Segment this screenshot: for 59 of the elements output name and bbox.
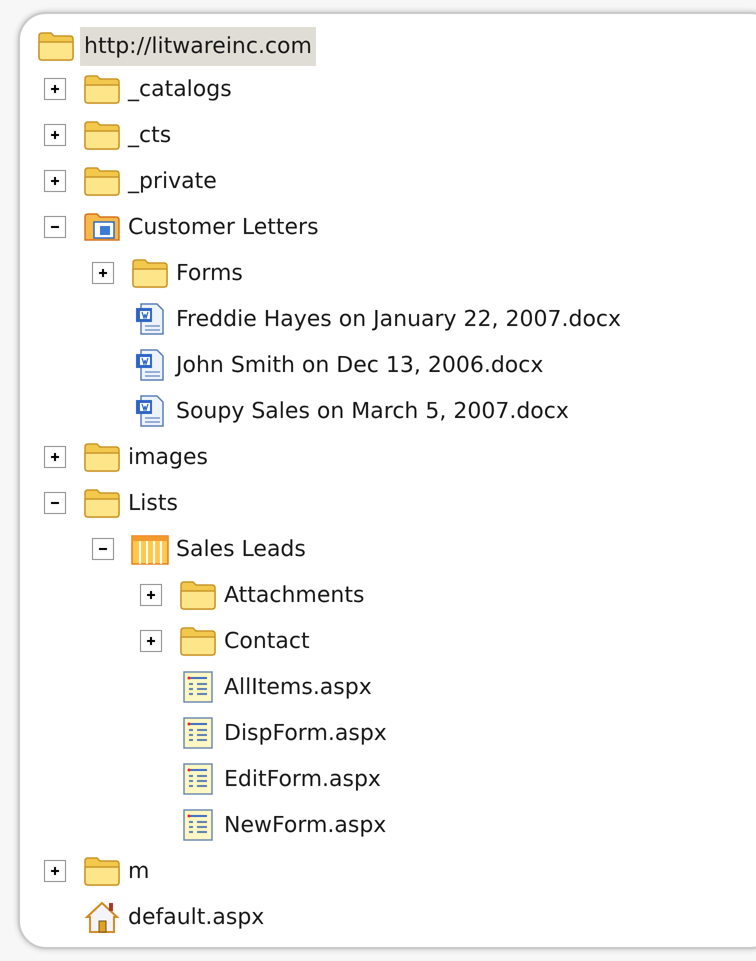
tree-item[interactable]: default.aspx (126, 900, 266, 934)
folder-icon (82, 855, 122, 887)
collapse-toggle[interactable] (92, 538, 114, 560)
expand-toggle[interactable] (44, 78, 66, 100)
tree-item[interactable]: _catalogs (126, 72, 234, 106)
home-icon (84, 900, 120, 934)
tree-item[interactable]: Attachments (222, 578, 366, 612)
expand-toggle[interactable] (44, 170, 66, 192)
word-document-icon (134, 348, 166, 382)
plus-icon (49, 83, 61, 95)
folder-icon (82, 441, 122, 473)
folder-icon (178, 625, 218, 657)
word-document-icon (134, 302, 166, 336)
tree-item[interactable]: Sales Leads (174, 532, 308, 566)
collapse-toggle[interactable] (44, 216, 66, 238)
list-icon (130, 533, 170, 565)
tree-item[interactable]: Soupy Sales on March 5, 2007.docx (174, 394, 571, 428)
folder-icon (82, 73, 122, 105)
tree-item[interactable]: John Smith on Dec 13, 2006.docx (174, 348, 546, 382)
plus-icon (49, 865, 61, 877)
plus-icon (49, 175, 61, 187)
tree-root-item[interactable]: http://litwareinc.com (80, 26, 316, 66)
expand-toggle[interactable] (44, 124, 66, 146)
tree-item[interactable]: Forms (174, 256, 245, 290)
expand-toggle[interactable] (44, 446, 66, 468)
expand-toggle[interactable] (44, 860, 66, 882)
plus-icon (49, 129, 61, 141)
form-page-icon (182, 670, 214, 704)
tree-item[interactable]: images (126, 440, 210, 474)
expand-toggle[interactable] (92, 262, 114, 284)
folder-icon (178, 579, 218, 611)
folder-icon (130, 257, 170, 289)
word-document-icon (134, 394, 166, 428)
tree-item[interactable]: Lists (126, 486, 180, 520)
tree-item[interactable]: AllItems.aspx (222, 670, 374, 704)
collapse-toggle[interactable] (44, 492, 66, 514)
tree-item[interactable]: Contact (222, 624, 312, 658)
plus-icon (49, 451, 61, 463)
form-page-icon (182, 716, 214, 750)
plus-icon (145, 635, 157, 647)
open-folder-icon (82, 487, 122, 519)
expand-toggle[interactable] (140, 630, 162, 652)
form-page-icon (182, 808, 214, 842)
tree-item[interactable]: DispForm.aspx (222, 716, 389, 750)
form-page-icon (182, 762, 214, 796)
open-folder-icon (36, 30, 76, 62)
tree-item[interactable]: Freddie Hayes on January 22, 2007.docx (174, 302, 624, 336)
tree-item[interactable]: Customer Letters (126, 210, 321, 244)
tree-item[interactable]: EditForm.aspx (222, 762, 383, 796)
folder-icon (82, 165, 122, 197)
expand-toggle[interactable] (140, 584, 162, 606)
tree-item[interactable]: m (126, 854, 152, 888)
tree-item[interactable]: NewForm.aspx (222, 808, 388, 842)
tree-item[interactable]: _private (126, 164, 219, 198)
plus-icon (145, 589, 157, 601)
folder-icon (82, 119, 122, 151)
plus-icon (97, 267, 109, 279)
document-library-icon (82, 211, 122, 243)
tree-item[interactable]: _cts (126, 118, 174, 152)
